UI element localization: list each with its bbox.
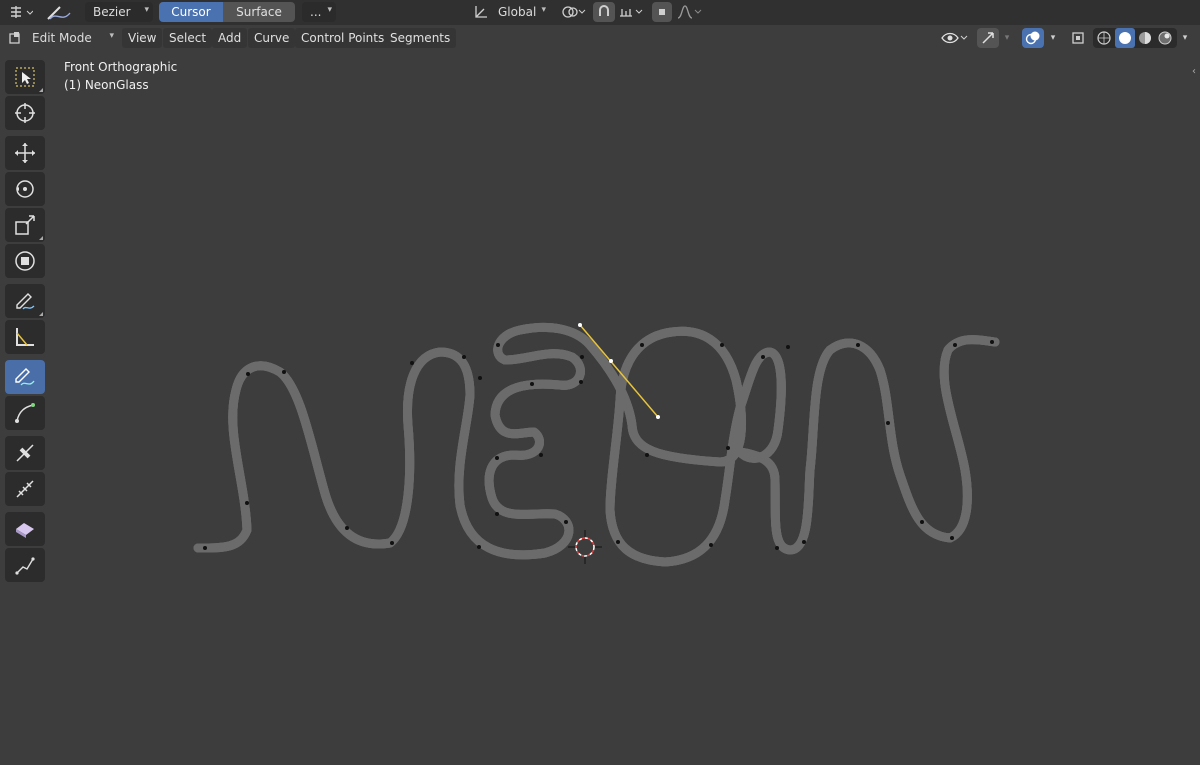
placement-surface-button[interactable]: Surface: [223, 2, 295, 22]
rendered-shading-icon[interactable]: [1157, 30, 1173, 49]
pivot-point-icon[interactable]: [560, 3, 588, 21]
menu-add[interactable]: Add: [212, 28, 248, 48]
more-options-label: ...: [310, 5, 322, 19]
shading-dropdown-icon[interactable]: ▾: [1178, 28, 1192, 48]
viewport-canvas[interactable]: [50, 52, 1200, 765]
tool-radius[interactable]: [5, 472, 45, 506]
menu-control-points[interactable]: Control Points: [295, 28, 391, 48]
tool-smooth[interactable]: [5, 548, 45, 582]
curve-type-dropdown[interactable]: Bezier ▾: [85, 2, 153, 22]
proportional-edit-icon[interactable]: [652, 2, 672, 22]
snap-toggle-icon[interactable]: [593, 2, 615, 22]
3d-cursor-icon[interactable]: [568, 530, 602, 564]
wireframe-shading-icon[interactable]: [1096, 30, 1112, 49]
tool-draw[interactable]: [5, 360, 45, 394]
chevron-down-icon: ▾: [541, 5, 546, 15]
move-icon: [15, 143, 35, 163]
overlays-dropdown-icon[interactable]: ▾: [1046, 28, 1060, 48]
editor-type-icon[interactable]: [6, 3, 34, 21]
placement-cursor-button[interactable]: Cursor: [159, 2, 223, 22]
more-options-dropdown[interactable]: ... ▾: [302, 2, 336, 22]
chevron-down-icon: ▾: [327, 5, 332, 15]
snap-target-icon[interactable]: [617, 3, 645, 21]
mode-dropdown[interactable]: Edit Mode ▾: [24, 28, 118, 48]
draw-tool-icon[interactable]: [44, 1, 74, 23]
xray-toggle-icon[interactable]: [1068, 28, 1088, 48]
material-shading-icon[interactable]: [1137, 30, 1153, 49]
tool-tilt[interactable]: [5, 436, 45, 470]
chevron-down-icon: ▾: [109, 31, 114, 41]
tool-select-box[interactable]: [5, 60, 45, 94]
falloff-icon[interactable]: [675, 3, 703, 21]
annotate-icon: [16, 293, 35, 310]
tool-transform[interactable]: [5, 244, 45, 278]
mode-value: Edit Mode: [32, 31, 92, 45]
pen-curve-icon: [15, 403, 35, 423]
tool-settings-bar: Bezier ▾ Cursor Surface ... ▾ Global ▾: [0, 0, 1200, 25]
tool-rotate[interactable]: [5, 172, 45, 206]
select-box-icon: [15, 67, 35, 87]
tool-annotate[interactable]: [5, 284, 45, 318]
orientation-value: Global: [498, 5, 537, 19]
orientation-dropdown[interactable]: Global ▾: [490, 2, 550, 22]
solid-shading-icon[interactable]: [1115, 28, 1135, 48]
tool-pen[interactable]: [5, 396, 45, 430]
scale-icon: [15, 215, 35, 235]
curve-type-value: Bezier: [93, 5, 131, 19]
tool-cursor[interactable]: [5, 96, 45, 130]
overlays-icon[interactable]: [1022, 28, 1044, 48]
tool-scale[interactable]: [5, 208, 45, 242]
transform-icon: [15, 251, 35, 271]
extrude-icon: [16, 523, 34, 538]
measure-icon: [16, 328, 34, 346]
shading-group: [1093, 28, 1177, 48]
menu-segments[interactable]: Segments: [384, 28, 457, 48]
tool-move[interactable]: [5, 136, 45, 170]
draw-curve-icon: [15, 368, 35, 386]
chevron-down-icon: ▾: [144, 5, 149, 15]
visibility-eye-icon[interactable]: [940, 28, 970, 48]
menu-select[interactable]: Select: [163, 28, 213, 48]
menu-view[interactable]: View: [122, 28, 163, 48]
cursor-icon: [15, 103, 35, 123]
tool-measure[interactable]: [5, 320, 45, 354]
tilt-icon: [16, 444, 34, 462]
gizmo-dropdown-icon[interactable]: ▾: [1001, 28, 1013, 48]
radius-icon: [16, 480, 34, 498]
transform-orientation-icon[interactable]: [472, 3, 490, 21]
control-points[interactable]: [203, 340, 994, 550]
menu-curve[interactable]: Curve: [248, 28, 296, 48]
neon-curve[interactable]: [193, 327, 1000, 567]
mode-icon: [7, 30, 25, 48]
tool-extrude[interactable]: [5, 512, 45, 546]
rotate-icon: [16, 180, 34, 198]
vertex-path-icon: [15, 557, 35, 575]
gizmo-icon[interactable]: [977, 28, 999, 48]
